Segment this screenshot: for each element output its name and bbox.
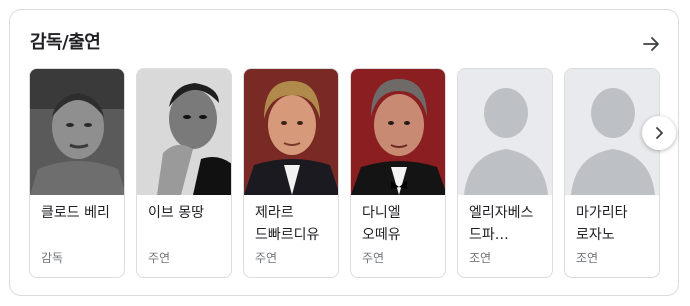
- person-name: 이브 몽땅: [148, 205, 204, 221]
- person-name: 엘리자베스 드파…: [469, 205, 534, 243]
- person-name: 클로드 베리: [41, 205, 110, 221]
- cast-card[interactable]: 클로드 베리 감독: [29, 68, 125, 278]
- person-name: 다니엘 오떼유: [362, 205, 401, 243]
- section-title: 감독/출연: [30, 32, 101, 53]
- person-role: 주연: [148, 251, 171, 265]
- person-role: 조연: [576, 251, 599, 265]
- person-photo: [244, 69, 338, 195]
- person-role: 주연: [362, 251, 385, 265]
- arrow-right-icon[interactable]: [640, 32, 664, 56]
- person-name: 마가리타 로자노: [576, 205, 628, 243]
- chevron-right-icon: [656, 127, 663, 139]
- person-role: 감독: [41, 251, 64, 265]
- person-photo: [351, 69, 445, 195]
- carousel-next-button[interactable]: [642, 116, 676, 150]
- person-role: 조연: [469, 251, 492, 265]
- cast-card[interactable]: 이브 몽땅 주연: [136, 68, 232, 278]
- person-name: 제라르 드빠르디유: [255, 205, 320, 243]
- cast-card[interactable]: 엘리자베스 드파… 조연: [457, 68, 553, 278]
- person-role: 주연: [255, 251, 278, 265]
- cast-crew-panel: 감독/출연 클로드 베리 감독 이브 몽땅 주연 제라르 드빠르디유 주연 다니…: [9, 9, 679, 296]
- cast-card[interactable]: 제라르 드빠르디유 주연: [243, 68, 339, 278]
- person-photo: [30, 69, 124, 195]
- cast-card[interactable]: 다니엘 오떼유 주연: [350, 68, 446, 278]
- cast-card[interactable]: 마가리타 로자노 조연: [564, 68, 660, 278]
- person-silhouette-icon: [458, 69, 552, 195]
- person-photo: [137, 69, 231, 195]
